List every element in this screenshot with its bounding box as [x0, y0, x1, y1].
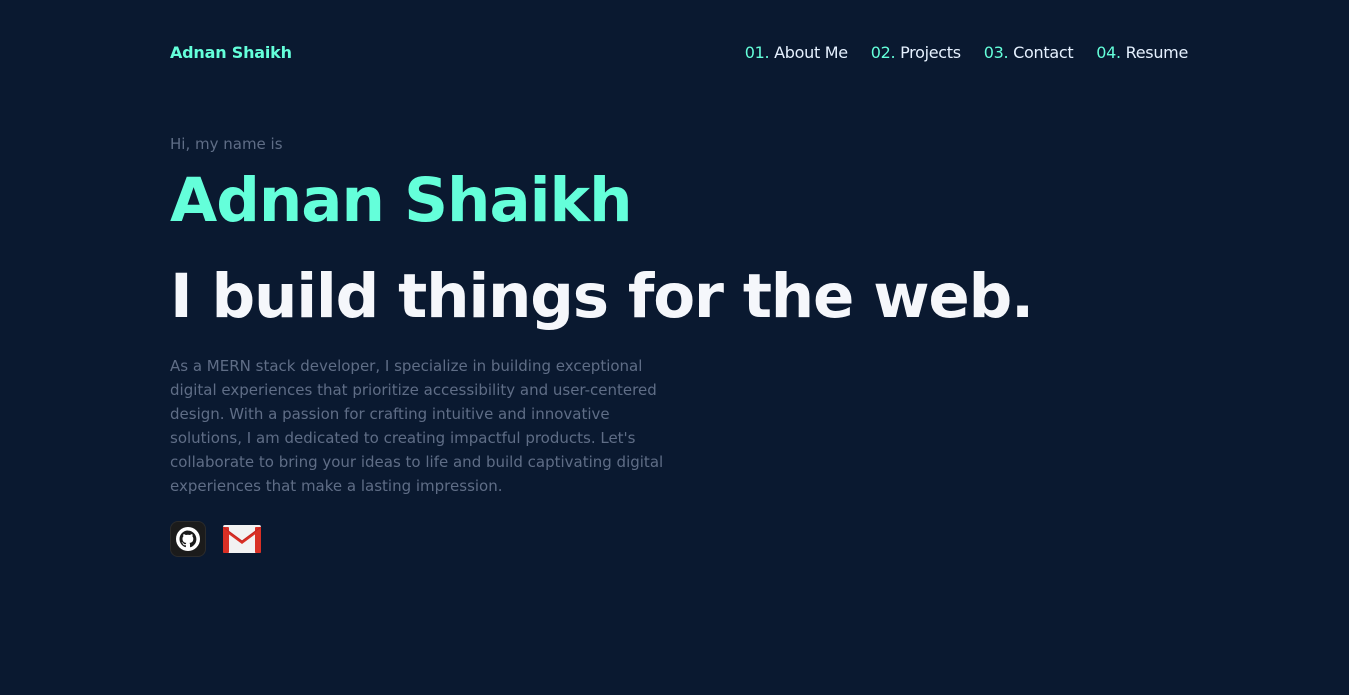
- page: Adnan Shaikh 01. About Me 02. Projects 0…: [0, 0, 1349, 695]
- nav-label: Projects: [900, 42, 961, 62]
- hero-section: Hi, my name is Adnan Shaikh I build thin…: [170, 132, 1170, 557]
- nav-number: 03.: [983, 42, 1009, 62]
- nav-number: 02.: [870, 42, 896, 62]
- greeting-text: Hi, my name is: [170, 135, 283, 153]
- nav-number: 04.: [1096, 42, 1121, 62]
- hero-bio: As a MERN stack developer, I specialize …: [170, 357, 664, 495]
- github-link[interactable]: [170, 521, 206, 557]
- github-icon: [170, 521, 206, 557]
- main-nav: 01. About Me 02. Projects 03. Contact 04…: [745, 43, 1189, 62]
- hero-name: Adnan Shaikh: [170, 165, 633, 236]
- nav-label: About Me: [774, 42, 848, 62]
- nav-item-about-me[interactable]: 01. About Me: [745, 43, 848, 62]
- nav-label: Resume: [1125, 42, 1189, 62]
- nav-number: 01.: [744, 42, 770, 62]
- nav-item-contact[interactable]: 03. Contact: [984, 43, 1074, 62]
- gmail-icon: [222, 521, 262, 557]
- nav-item-projects[interactable]: 02. Projects: [871, 43, 961, 62]
- nav-item-resume[interactable]: 04. Resume: [1096, 43, 1188, 62]
- hero-tagline: I build things for the web.: [170, 261, 1034, 332]
- nav-label: Contact: [1013, 42, 1074, 62]
- social-links: [170, 521, 1170, 557]
- gmail-link[interactable]: [222, 521, 262, 557]
- logo-link[interactable]: Adnan Shaikh: [170, 43, 292, 62]
- site-header: Adnan Shaikh 01. About Me 02. Projects 0…: [170, 38, 1188, 66]
